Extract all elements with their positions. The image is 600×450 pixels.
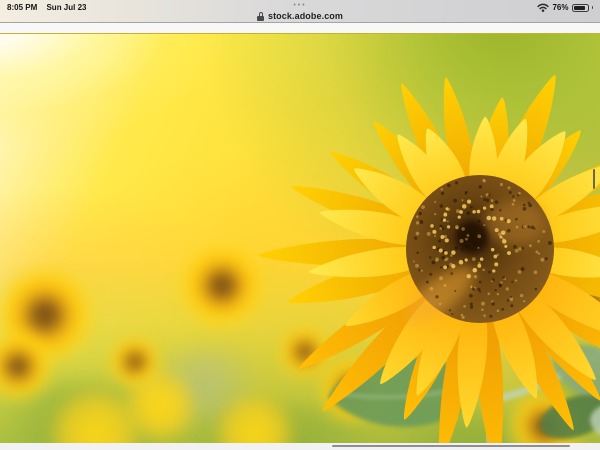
page-background-strip bbox=[0, 23, 600, 33]
battery-percent: 76% bbox=[552, 3, 568, 12]
bottom-bar bbox=[0, 443, 600, 450]
safari-window: 8:05 PM Sun Jul 23 ••• stock.adobe.com 7… bbox=[0, 0, 600, 450]
address-bar[interactable]: stock.adobe.com bbox=[0, 10, 600, 22]
battery-icon bbox=[572, 4, 589, 12]
address-bar-domain: stock.adobe.com bbox=[268, 11, 343, 21]
vertical-scrollbar[interactable] bbox=[593, 169, 596, 189]
toolbar-ellipsis-icon[interactable]: ••• bbox=[0, 2, 600, 9]
lock-icon bbox=[257, 12, 265, 21]
battery-tip bbox=[592, 6, 594, 10]
main-sunflower bbox=[220, 34, 600, 443]
sunflower-photo[interactable] bbox=[0, 33, 600, 443]
wifi-icon bbox=[537, 3, 549, 12]
horizontal-scrollbar[interactable] bbox=[332, 445, 570, 447]
browser-top-bar: 8:05 PM Sun Jul 23 ••• stock.adobe.com 7… bbox=[0, 0, 600, 23]
status-indicators: 76% bbox=[537, 3, 593, 12]
